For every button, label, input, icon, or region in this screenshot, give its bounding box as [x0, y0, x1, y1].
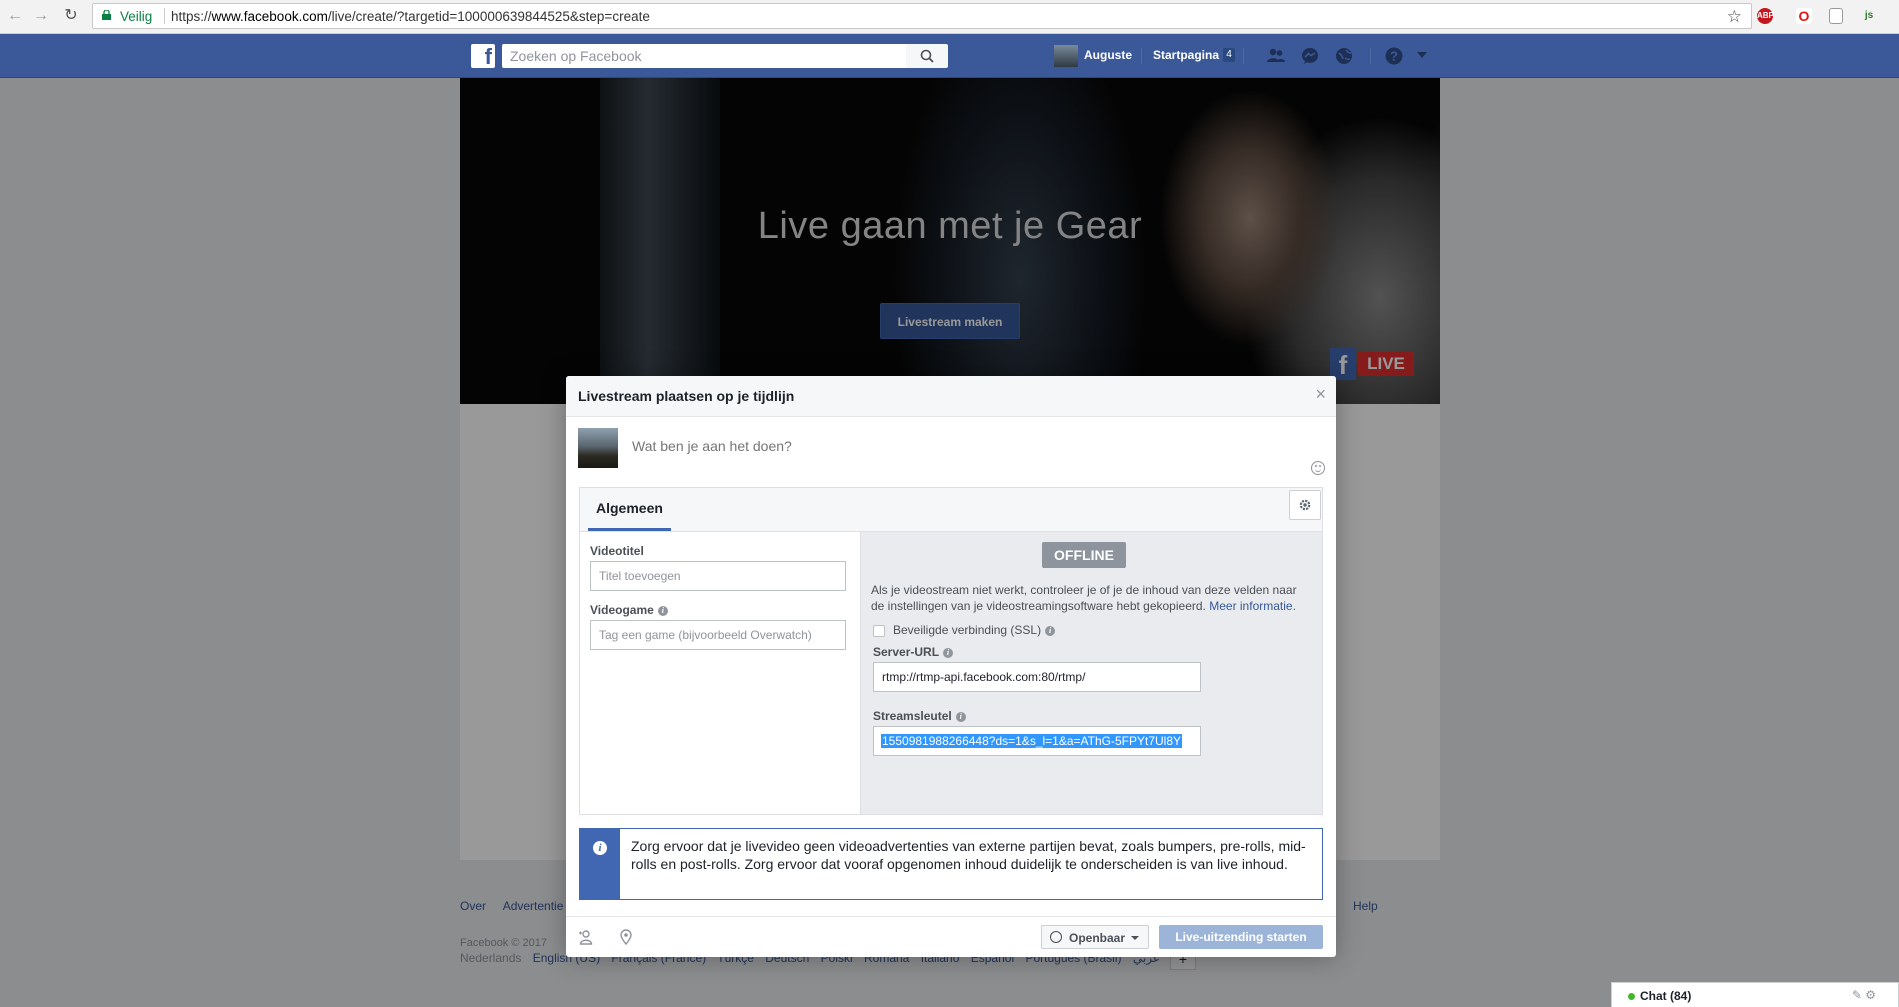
- server-url-label: Server-URL: [873, 645, 940, 659]
- document-icon[interactable]: [1829, 8, 1843, 24]
- audience-selector[interactable]: Openbaar: [1041, 925, 1149, 949]
- friend-requests-icon[interactable]: [1266, 46, 1286, 66]
- video-title-label: Videotitel: [590, 544, 644, 558]
- header-divider: [1370, 48, 1371, 64]
- adblock-icon[interactable]: ABP: [1757, 8, 1774, 24]
- video-details-column: Videotitel Videogamei: [580, 532, 861, 814]
- header-divider: [1243, 48, 1244, 64]
- video-game-label: Videogame: [590, 603, 654, 617]
- tab-general[interactable]: Algemeen: [588, 488, 671, 531]
- svg-text:?: ?: [1390, 49, 1398, 64]
- notifications-globe-icon[interactable]: [1334, 46, 1354, 66]
- reload-icon[interactable]: ↻: [62, 7, 80, 25]
- chevron-down-icon: [1131, 936, 1139, 940]
- omnibox-divider: [164, 8, 165, 24]
- info-icon[interactable]: i: [943, 647, 954, 658]
- ssl-label: Beveiligde verbinding (SSL): [893, 623, 1042, 637]
- url-prefix: https://: [171, 9, 212, 24]
- user-avatar[interactable]: [1054, 45, 1078, 67]
- stream-connection-column: OFFLINE Als je videostream niet werkt, c…: [861, 532, 1322, 814]
- settings-button[interactable]: [1289, 490, 1321, 520]
- js-extension-icon[interactable]: js: [1861, 8, 1877, 24]
- stream-key-label-row: Streamsleutel i: [873, 709, 966, 723]
- ads-policy-notice: i Zorg ervoor dat je livevideo geen vide…: [579, 828, 1323, 900]
- ssl-row: Beveiligde verbinding (SSL) i: [873, 623, 1056, 637]
- chat-sidebar-tab[interactable]: Chat (84) ✎ ⚙: [1611, 982, 1899, 1007]
- facebook-header: f Auguste Startpagina 4 ?: [0, 34, 1899, 78]
- video-game-label-row: Videogame i: [590, 603, 668, 617]
- url-path: /live/create/?targetid=100000639844525&s…: [327, 9, 650, 24]
- location-pin-icon[interactable]: [618, 929, 634, 945]
- online-status-icon: [1628, 993, 1635, 1000]
- chat-label: Chat (84): [1640, 989, 1692, 1003]
- search-icon: [920, 49, 934, 63]
- search-box: [502, 44, 908, 68]
- help-icon[interactable]: ?: [1384, 46, 1404, 66]
- header-divider: [1141, 48, 1142, 64]
- video-game-input[interactable]: [590, 620, 846, 650]
- ssl-checkbox[interactable]: [873, 624, 885, 637]
- opera-icon[interactable]: O: [1796, 8, 1812, 24]
- search-button[interactable]: [906, 44, 948, 68]
- tag-friends-icon[interactable]: [578, 929, 594, 945]
- stream-key-field[interactable]: 1550981988266448?ds=1&s_l=1&a=AThG-5FPYt…: [873, 726, 1201, 756]
- info-icon[interactable]: i: [955, 711, 966, 722]
- more-info-link[interactable]: Meer informatie.: [1209, 599, 1296, 613]
- account-menu-caret-icon[interactable]: [1416, 50, 1428, 60]
- emoji-icon[interactable]: [1311, 461, 1325, 475]
- composer-avatar: [578, 428, 618, 468]
- stream-settings-panel: Algemeen Videotitel Videogamei OFFLINE A…: [579, 487, 1323, 815]
- browser-toolbar: ← → ↻ Veilig https://www.facebook.com/li…: [0, 0, 1899, 34]
- settings-tab-bar: Algemeen: [580, 488, 1322, 532]
- profile-link[interactable]: Auguste: [1084, 48, 1132, 62]
- dialog-header: Livestream plaatsen op je tijdlijn ×: [566, 376, 1336, 417]
- info-icon[interactable]: i: [1045, 625, 1056, 636]
- facebook-logo-icon[interactable]: f: [471, 44, 495, 69]
- stream-status-badge: OFFLINE: [1042, 542, 1126, 568]
- url-text[interactable]: https://www.facebook.com/live/create/?ta…: [171, 9, 650, 24]
- gear-icon: [1299, 499, 1311, 511]
- start-live-broadcast-button[interactable]: Live-uitzending starten: [1159, 925, 1323, 949]
- stream-key-label: Streamsleutel: [873, 709, 952, 723]
- info-icon[interactable]: i: [657, 605, 668, 616]
- forward-icon[interactable]: →: [32, 7, 50, 25]
- livestream-dialog: Livestream plaatsen op je tijdlijn × Alg…: [566, 376, 1336, 957]
- lock-icon: [102, 10, 111, 20]
- stream-help-text: Als je videostream niet werkt, controlee…: [871, 582, 1311, 614]
- search-input[interactable]: [502, 44, 908, 68]
- stream-key-selected-text: 1550981988266448?ds=1&s_l=1&a=AThG-5FPYt…: [881, 734, 1182, 748]
- messenger-icon[interactable]: [1300, 46, 1320, 66]
- dialog-footer: Openbaar Live-uitzending starten: [566, 916, 1336, 957]
- url-host: www.facebook.com: [211, 9, 328, 24]
- info-icon: i: [593, 841, 607, 855]
- notice-text: Zorg ervoor dat je livevideo geen videoa…: [631, 838, 1306, 872]
- audience-label: Openbaar: [1069, 931, 1126, 945]
- home-count-badge: 4: [1223, 48, 1235, 62]
- video-title-input[interactable]: [590, 561, 846, 591]
- dialog-title: Livestream plaatsen op je tijdlijn: [578, 388, 795, 404]
- address-bar[interactable]: Veilig https://www.facebook.com/live/cre…: [92, 3, 1752, 29]
- back-icon[interactable]: ←: [6, 7, 24, 25]
- close-icon[interactable]: ×: [1315, 385, 1326, 403]
- server-url-label-row: Server-URL i: [873, 645, 954, 659]
- status-input[interactable]: [630, 437, 1274, 455]
- chat-options-icons[interactable]: ✎ ⚙: [1852, 988, 1876, 1002]
- bookmark-star-icon[interactable]: ☆: [1727, 7, 1742, 27]
- notice-accent: i: [580, 829, 620, 899]
- server-url-field[interactable]: [873, 662, 1201, 692]
- secure-label: Veilig: [120, 9, 153, 24]
- home-link[interactable]: Startpagina: [1153, 48, 1219, 62]
- globe-icon: [1050, 931, 1062, 943]
